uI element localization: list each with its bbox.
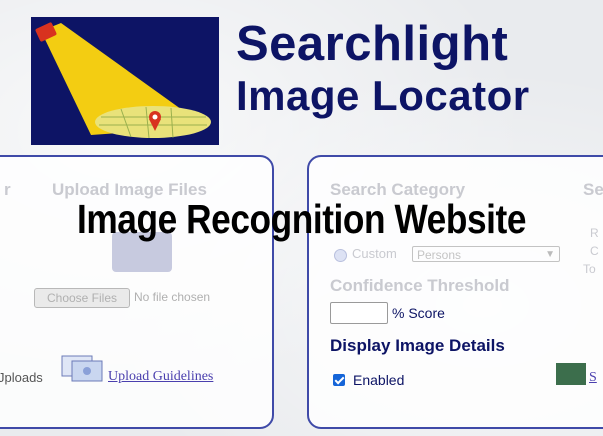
right-snippet-r: R: [590, 226, 599, 240]
guidelines-thumbnail-icon: [60, 354, 104, 382]
category-select[interactable]: Persons ▼: [412, 246, 560, 262]
enabled-checkbox[interactable]: [333, 374, 345, 386]
right-snippet-to: To: [583, 262, 596, 276]
custom-radio[interactable]: [334, 249, 347, 262]
no-file-text: No file chosen: [134, 290, 211, 304]
upload-guidelines-link[interactable]: Upload Guidelines: [108, 369, 213, 385]
enabled-label: Enabled: [353, 372, 405, 388]
display-details-title: Display Image Details: [330, 336, 505, 355]
custom-label: Custom: [352, 246, 397, 261]
search-panel-right-fragment: Se: [583, 180, 603, 199]
overlay-title: Image Recognition Website: [76, 196, 527, 242]
uploads-fragment: Jploads: [0, 370, 43, 385]
right-snippet-c: C: [590, 244, 599, 258]
chevron-down-icon: ▼: [545, 249, 555, 260]
details-link-fragment[interactable]: S: [589, 370, 597, 386]
score-suffix: % Score: [392, 305, 445, 321]
choose-files-button[interactable]: Choose Files: [34, 288, 130, 308]
brand-title: Searchlight Image Locator: [236, 20, 530, 117]
category-select-value: Persons: [417, 248, 462, 262]
brand-title-line2: Image Locator: [236, 72, 530, 119]
searchlight-logo: [31, 17, 219, 145]
brand-title-line1: Searchlight: [236, 17, 509, 71]
confidence-threshold-title: Confidence Threshold: [330, 276, 510, 295]
details-thumbnail-icon: [556, 363, 586, 385]
upload-panel-edge-fragment: r: [4, 180, 11, 199]
score-input[interactable]: [330, 302, 388, 324]
